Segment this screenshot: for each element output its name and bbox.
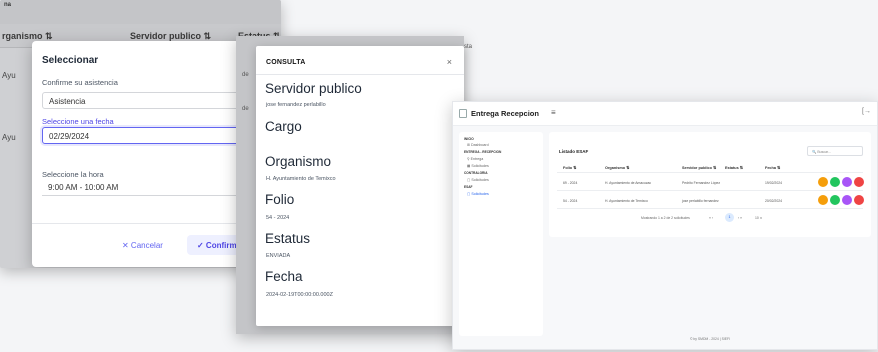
view-action-button[interactable]: [842, 177, 852, 187]
consulta-header: CONSULTA: [266, 59, 306, 66]
sidebar-item-entrega[interactable]: ⚲ Entrega: [467, 157, 483, 161]
back-window-header: [0, 0, 281, 24]
edit-action-button[interactable]: [818, 195, 828, 205]
logo-icon: [459, 109, 467, 118]
sidebar-section: ESAF: [464, 185, 473, 189]
divider: [256, 74, 464, 75]
time-select[interactable]: 9:00 AM - 10:00 AM: [42, 179, 242, 196]
attendance-field[interactable]: Asistencia: [42, 92, 242, 109]
field-label-folio: Folio: [265, 192, 295, 207]
col-servidor[interactable]: Servidor publico ⇅: [682, 165, 716, 170]
app-window: Entrega Recepcion ≡ [→ INICIO ⊞ Dashboar…: [452, 101, 878, 350]
field-label-fecha: Fecha: [265, 269, 303, 284]
field-value-servidor: jose fernandez perlabillo: [266, 102, 326, 108]
field-value-estatus: ENVIADA: [266, 253, 291, 259]
col-estatus[interactable]: Estatus ⇅: [725, 165, 743, 170]
delete-action-button[interactable]: [854, 177, 864, 187]
sidebar: INICIO ⊞ Dashboard ENTREGA - RECEPCION ⚲…: [459, 132, 543, 336]
field-label-organismo: Organismo: [265, 154, 332, 169]
sidebar-section: ENTREGA - RECEPCION: [464, 150, 502, 154]
cell-servidor: Pedrito Fernandez López: [682, 181, 721, 185]
sidebar-item-esaf-solicitudes[interactable]: ▢ Solicitudes: [467, 192, 489, 196]
sidebar-section: CONTRALORIA: [464, 171, 488, 175]
edge-fragment: de: [242, 72, 249, 78]
col-organismo[interactable]: Organismo ⇅: [605, 165, 629, 170]
view-action-button[interactable]: [842, 195, 852, 205]
back-row-fragment: Ayu: [2, 133, 16, 142]
check-action-button[interactable]: [830, 177, 840, 187]
dialog-title: Seleccionar: [42, 55, 99, 66]
divider: [557, 208, 863, 209]
sidebar-section: INICIO: [464, 137, 474, 141]
col-fecha[interactable]: Fecha ⇅: [765, 165, 780, 170]
cell-organismo: H. Ayuntamiento de Amacuzac: [605, 181, 652, 185]
menu-icon[interactable]: ≡: [551, 108, 556, 117]
pagination-current[interactable]: 1: [725, 213, 734, 222]
cell-folio: 54 - 2024: [563, 199, 578, 203]
attendance-label: Confirme su asistencia: [42, 78, 118, 87]
field-label-cargo: Cargo: [265, 119, 302, 134]
back-window-title: na: [4, 2, 12, 8]
time-label: Seleccione la hora: [42, 170, 104, 179]
consulta-dialog: CONSULTA × Servidor publico jose fernand…: [256, 46, 464, 326]
pagination-next[interactable]: › »: [738, 216, 742, 220]
cell-fecha: 20/02/2024: [765, 199, 782, 203]
edge-fragment: sta: [464, 44, 473, 50]
field-label-servidor: Servidor publico: [265, 81, 362, 96]
app-topbar: Entrega Recepcion ≡ [→: [453, 102, 877, 126]
divider: [557, 190, 863, 191]
edit-action-button[interactable]: [818, 177, 828, 187]
back-row-fragment: Ayu: [2, 71, 16, 80]
sidebar-item-contraloria-solicitudes[interactable]: ▢ Solicitudes: [467, 178, 489, 182]
search-input[interactable]: 🔍 Buscar...: [807, 146, 863, 156]
col-folio[interactable]: Folio ⇅: [563, 165, 576, 170]
pagination-info: Mostrando 1 a 2 de 2 solicitudes: [641, 216, 690, 220]
pagination-prev[interactable]: « ‹: [709, 216, 713, 220]
field-value-folio: 54 - 2024: [266, 215, 290, 221]
table-title: Listado ESAF: [559, 149, 589, 154]
app-brand: Entrega Recepcion: [471, 109, 539, 118]
sidebar-item-solicitudes[interactable]: ▦ Solicitudes: [467, 164, 489, 168]
cell-servidor: jose perlabillo fernandez: [682, 199, 719, 203]
cell-folio: 69 - 2024: [563, 181, 578, 185]
field-value-organismo: H. Ayuntamiento de Temixco: [266, 176, 336, 182]
field-value-fecha: 2024-02-19T00:00:00.000Z: [266, 292, 333, 298]
edge-fragment: de: [242, 106, 249, 112]
check-action-button[interactable]: [830, 195, 840, 205]
cancel-button[interactable]: ✕ Cancelar: [122, 241, 163, 250]
app-footer: © by SMDM - 2024 | SIEFI: [689, 337, 731, 341]
delete-action-button[interactable]: [854, 195, 864, 205]
close-icon[interactable]: ×: [447, 57, 452, 67]
divider: [557, 172, 863, 173]
sidebar-item-dashboard[interactable]: ⊞ Dashboard: [467, 143, 489, 147]
date-label: Seleccione una fecha: [42, 117, 114, 126]
main-panel: Listado ESAF 🔍 Buscar... Folio ⇅ Organis…: [549, 132, 871, 237]
page-size-select[interactable]: 10 ∨: [755, 216, 762, 220]
date-field[interactable]: 02/29/2024: [42, 127, 242, 144]
cell-organismo: H. Ayuntamiento de Temixco: [605, 199, 648, 203]
cell-fecha: 19/02/2024: [765, 181, 782, 185]
logout-icon[interactable]: [→: [862, 108, 871, 115]
field-label-estatus: Estatus: [265, 231, 311, 246]
